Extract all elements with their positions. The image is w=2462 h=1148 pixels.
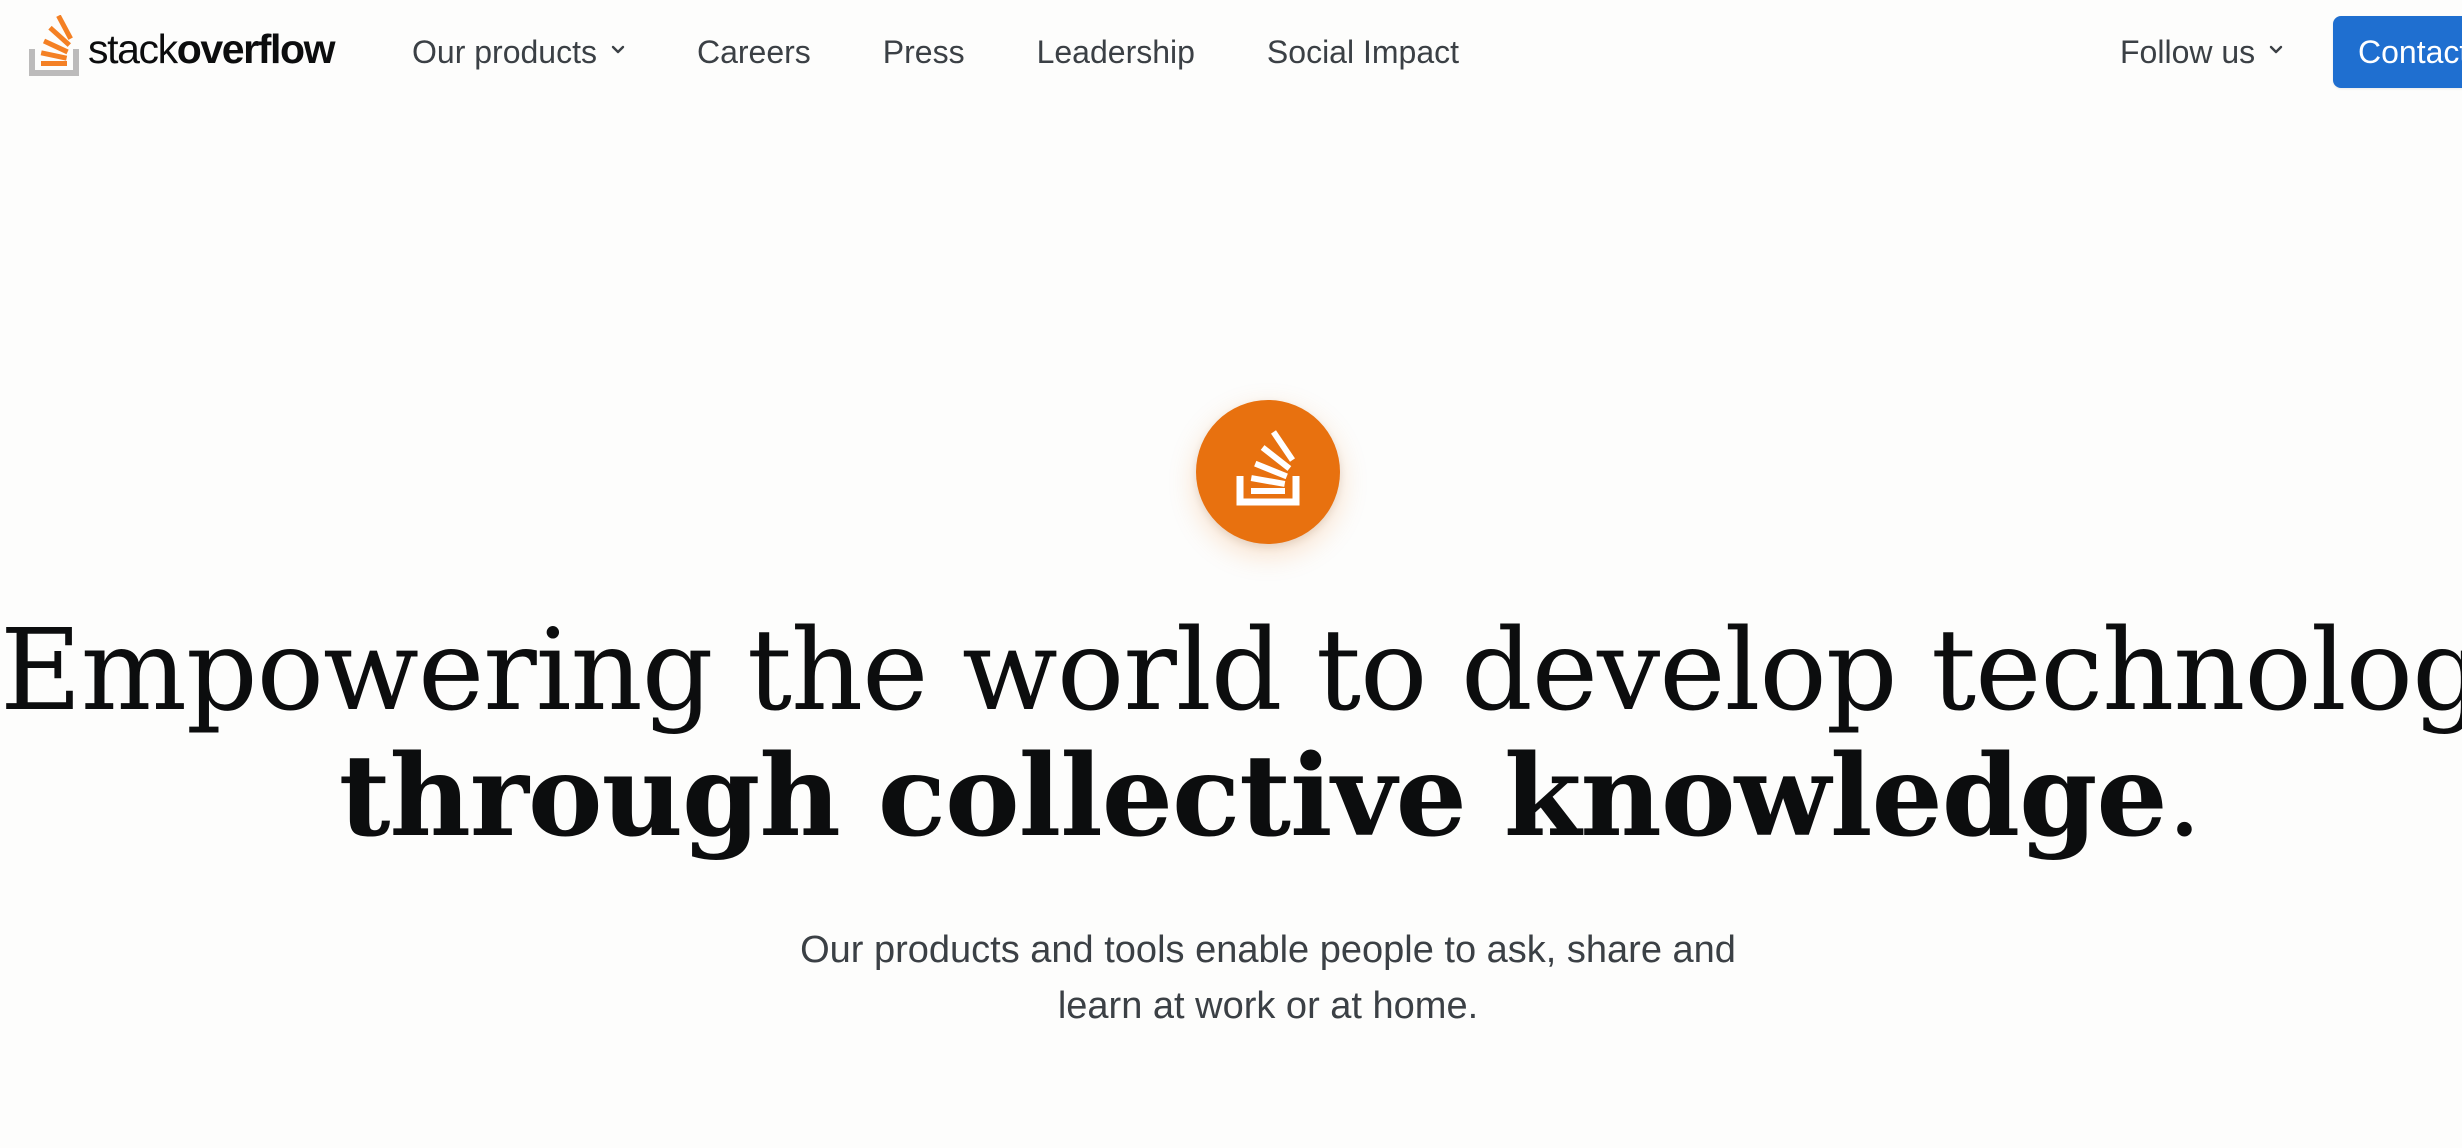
site-header: stack overflow Our products Careers Press…: [0, 0, 2462, 106]
follow-us-label: Follow us: [2120, 33, 2256, 70]
chevron-down-icon: [611, 45, 625, 54]
contact-button-label: Contact: [2358, 34, 2462, 70]
nav-our-products-label: Our products: [412, 33, 597, 70]
nav-social-impact-label: Social Impact: [1266, 33, 1459, 70]
nav-leadership[interactable]: Leadership: [1037, 34, 1195, 71]
contact-button[interactable]: Contact: [2333, 16, 2462, 88]
hero-headline: Empowering the world to develop technolo…: [0, 608, 2462, 860]
headline-line-regular: Empowering the world to develop technolo…: [0, 606, 2462, 736]
nav-careers-label: Careers: [696, 33, 811, 70]
logo-word-overflow: overflow: [176, 25, 336, 72]
nav-careers[interactable]: Careers: [697, 34, 811, 71]
nav-social-impact[interactable]: Social Impact: [1267, 34, 1459, 71]
nav-our-products[interactable]: Our products: [412, 34, 625, 71]
main-nav: Our products Careers Press Leadership So…: [412, 24, 1459, 80]
nav-leadership-label: Leadership: [1036, 33, 1195, 70]
nav-press-label: Press: [882, 33, 965, 70]
follow-us-dropdown[interactable]: Follow us: [2120, 24, 2283, 80]
headline-period: .: [2166, 732, 2203, 862]
stackoverflow-logo-icon: [29, 15, 79, 76]
chevron-down-icon: [2269, 45, 2283, 54]
headline-line-bold: through collective knowledge.: [0, 731, 2462, 862]
headline-bold-text: through collective knowledge: [338, 731, 2168, 862]
hero-logo-badge: [1196, 400, 1340, 544]
nav-press[interactable]: Press: [883, 34, 965, 71]
stackoverflow-mark-icon: [1236, 430, 1300, 506]
logo-wordmark: stack overflow: [88, 25, 336, 72]
stackoverflow-logo[interactable]: stack overflow: [28, 14, 336, 80]
logo-word-stack: stack: [88, 25, 178, 72]
hero-subtext: Our products and tools enable people to …: [800, 929, 1736, 1027]
